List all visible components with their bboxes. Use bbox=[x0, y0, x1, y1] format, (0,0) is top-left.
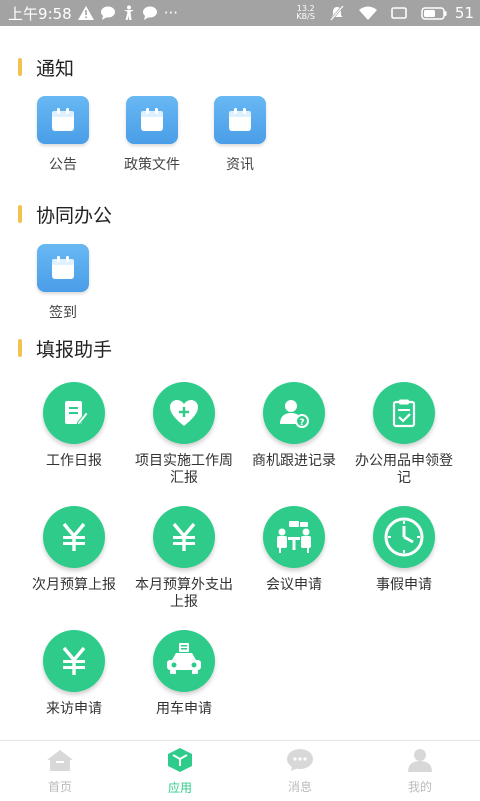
app-item-leave-request[interactable]: 事假申请 bbox=[354, 506, 454, 594]
app-item-next-month-budget[interactable]: 次月预算上报 bbox=[24, 506, 124, 594]
message-icon bbox=[286, 748, 314, 776]
screen-icon bbox=[391, 7, 407, 19]
section-title-report: 填报助手 bbox=[18, 337, 112, 361]
home-icon bbox=[46, 748, 74, 776]
app-item-daily-report[interactable]: 工作日报 bbox=[24, 382, 124, 470]
meeting-icon bbox=[263, 506, 325, 568]
app-item-opportunity-record[interactable]: ? 商机跟进记录 bbox=[244, 382, 344, 470]
chat-bubble-icon bbox=[100, 6, 116, 20]
app-item-extra-budget[interactable]: 本月预算外支出上报 bbox=[134, 506, 234, 611]
yuan-icon bbox=[153, 506, 215, 568]
app-item-visit-request[interactable]: 来访申请 bbox=[24, 630, 124, 718]
status-time: 上午9:58 bbox=[8, 4, 72, 23]
section-accent-bar bbox=[18, 339, 22, 357]
yuan-icon bbox=[43, 630, 105, 692]
app-item-policy-docs[interactable]: 政策文件 bbox=[107, 96, 197, 174]
app-item-car-request[interactable]: 用车申请 bbox=[134, 630, 234, 718]
mute-icon bbox=[329, 5, 345, 21]
wifi-icon bbox=[358, 6, 377, 20]
clipboard-check-icon bbox=[373, 382, 435, 444]
status-bar: 上午9:58 ··· 13.2 KB/S 51 bbox=[0, 0, 480, 26]
bottom-tab-bar: 首页 应用 消息 我的 bbox=[0, 740, 480, 801]
section-accent-bar bbox=[18, 58, 22, 76]
calendar-icon bbox=[126, 96, 178, 144]
network-speed: 13.2 KB/S bbox=[296, 4, 315, 21]
svg-text:?: ? bbox=[299, 418, 304, 428]
warning-icon bbox=[77, 6, 94, 20]
section-title-collab: 协同办公 bbox=[18, 203, 112, 227]
yuan-icon bbox=[43, 506, 105, 568]
more-notifications: ··· bbox=[163, 4, 178, 22]
clock-icon bbox=[373, 506, 435, 568]
app-content: 通知 公告 政策文件 资讯 协同办公 签到 填报助手 工作日报 项目实施工作周汇… bbox=[0, 26, 480, 740]
apps-cube-icon bbox=[166, 747, 194, 777]
section-accent-bar bbox=[18, 205, 22, 223]
tab-messages[interactable]: 消息 bbox=[240, 741, 360, 801]
app-item-news[interactable]: 资讯 bbox=[195, 96, 285, 174]
battery-icon bbox=[421, 6, 447, 20]
calendar-icon bbox=[37, 244, 89, 292]
tab-profile[interactable]: 我的 bbox=[360, 741, 480, 801]
tab-home[interactable]: 首页 bbox=[0, 741, 120, 801]
app-item-weekly-report[interactable]: 项目实施工作周汇报 bbox=[134, 382, 234, 487]
section-title-notice: 通知 bbox=[18, 56, 74, 80]
app-item-announcement[interactable]: 公告 bbox=[18, 96, 108, 174]
user-question-icon: ? bbox=[263, 382, 325, 444]
calendar-icon bbox=[214, 96, 266, 144]
app-item-meeting-request[interactable]: 会议申请 bbox=[244, 506, 344, 594]
calendar-icon bbox=[37, 96, 89, 144]
accessibility-icon bbox=[122, 5, 136, 21]
document-edit-icon bbox=[43, 382, 105, 444]
heart-plus-icon bbox=[153, 382, 215, 444]
app-item-checkin[interactable]: 签到 bbox=[18, 244, 108, 322]
battery-level: 51 bbox=[454, 4, 474, 22]
app-item-office-supplies[interactable]: 办公用品申领登记 bbox=[354, 382, 454, 487]
tab-apps[interactable]: 应用 bbox=[120, 741, 240, 801]
chat-bubble-icon bbox=[142, 6, 158, 20]
profile-icon bbox=[407, 748, 433, 776]
car-icon bbox=[153, 630, 215, 692]
